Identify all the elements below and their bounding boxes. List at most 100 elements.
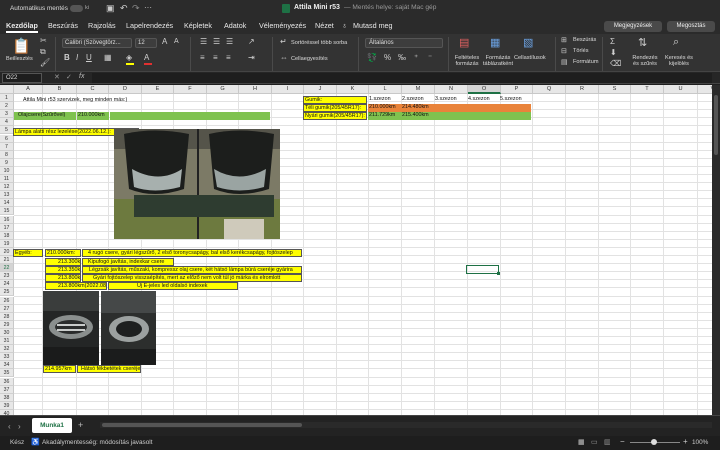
undo-icon[interactable]: ↶	[120, 3, 128, 14]
horizontal-scrollbar[interactable]	[100, 422, 712, 428]
row-header-9[interactable]: 9	[0, 158, 14, 167]
row-header-34[interactable]: 34	[0, 361, 14, 370]
share-button[interactable]: Megosztás	[667, 21, 715, 32]
column-header-d[interactable]: D	[109, 85, 142, 94]
paste-icon[interactable]: 📋	[12, 37, 31, 55]
sort-filter-label[interactable]: Rendezés és szűrés	[630, 55, 660, 67]
column-header-f[interactable]: F	[174, 85, 207, 94]
row-header-35[interactable]: 35	[0, 369, 14, 378]
cell-styles-icon[interactable]: ▧	[523, 36, 533, 49]
indent-icon[interactable]: ⇥	[248, 53, 255, 62]
format-painter-icon[interactable]: 🖌	[40, 58, 50, 67]
align-middle-icon[interactable]: ☰	[213, 37, 220, 46]
cell-n1[interactable]: 2.szezon	[401, 96, 424, 103]
row-header-23[interactable]: 23	[0, 272, 14, 281]
redo-icon[interactable]: ↷	[132, 3, 140, 14]
h-scroll-thumb[interactable]	[102, 423, 302, 427]
decrease-decimal-icon[interactable]: ⁻	[428, 53, 432, 62]
save-icon[interactable]: ▣	[106, 3, 115, 14]
underline-icon[interactable]: U	[86, 53, 92, 62]
row-header-5[interactable]: 5	[0, 126, 14, 135]
cut-icon[interactable]: ✂	[40, 36, 47, 45]
cell-c20[interactable]: 210.000km:	[45, 249, 81, 257]
prev-sheet-icon[interactable]: ‹	[8, 422, 11, 431]
column-header-u[interactable]: U	[664, 85, 698, 94]
bold-icon[interactable]: B	[64, 53, 70, 62]
row-header-17[interactable]: 17	[0, 223, 14, 232]
align-right-icon[interactable]: ≡	[226, 53, 231, 62]
align-left-icon[interactable]: ≡	[200, 53, 205, 62]
paste-label[interactable]: Beillesztés	[6, 56, 33, 62]
tab-beszuras[interactable]: Beszúrás	[48, 21, 78, 30]
conditional-format-icon[interactable]: ▤	[459, 36, 469, 49]
currency-icon[interactable]: 💱	[367, 53, 377, 62]
cell-n2[interactable]: 214.480km	[401, 104, 434, 112]
more-icon[interactable]: ···	[144, 3, 152, 12]
column-header-b[interactable]: B	[43, 85, 77, 94]
zoom-level[interactable]: 100%	[692, 439, 708, 446]
select-all-corner[interactable]	[0, 85, 14, 94]
cancel-icon[interactable]: ✕	[54, 73, 60, 81]
row-header-11[interactable]: 11	[0, 175, 14, 184]
borders-icon[interactable]: ▦	[104, 53, 112, 62]
photo-brake-right[interactable]	[101, 291, 156, 365]
column-header-j[interactable]: J	[304, 85, 337, 94]
merge-icon[interactable]: ⇔	[280, 53, 288, 62]
cell-c24[interactable]: 213.800km(2022.08.22):	[45, 282, 107, 290]
column-header-n[interactable]: N	[435, 85, 468, 94]
fill-icon[interactable]: ⬇	[610, 48, 617, 57]
tab-kezdolap[interactable]: Kezdőlap	[6, 21, 38, 33]
next-sheet-icon[interactable]: ›	[18, 422, 21, 431]
increase-decimal-icon[interactable]: ⁺	[414, 53, 418, 62]
cell-a20[interactable]: Egyéb:	[13, 249, 43, 257]
column-header-o[interactable]: O	[468, 85, 501, 94]
row-header-19[interactable]: 19	[0, 239, 14, 248]
column-header-v[interactable]: V	[698, 85, 712, 94]
cell-m3[interactable]: 211.729km	[368, 112, 401, 120]
row-header-38[interactable]: 38	[0, 393, 14, 402]
column-header-k[interactable]: K	[337, 85, 369, 94]
format-cells-icon[interactable]: ▤	[561, 58, 568, 66]
fill-handle[interactable]	[497, 272, 500, 275]
insert-cells-icon[interactable]: ⊞	[561, 36, 567, 44]
column-header-r[interactable]: R	[566, 85, 599, 94]
column-header-l[interactable]: L	[369, 85, 402, 94]
autosum-icon[interactable]: Σ	[610, 37, 615, 46]
zoom-out-icon[interactable]: −	[620, 437, 625, 446]
merge-label[interactable]: Cellaegyesítés	[291, 56, 328, 62]
row-header-13[interactable]: 13	[0, 191, 14, 200]
row-header-21[interactable]: 21	[0, 256, 14, 265]
italic-icon[interactable]: I	[76, 53, 78, 62]
column-header-i[interactable]: I	[272, 85, 304, 94]
name-box[interactable]: O22	[2, 73, 42, 83]
confirm-icon[interactable]: ✓	[66, 73, 72, 81]
cell-k2[interactable]: Téli gumik(205/45R17):	[303, 104, 367, 112]
column-header-p[interactable]: P	[501, 85, 533, 94]
percent-icon[interactable]: %	[384, 53, 391, 62]
tell-me-input[interactable]: Mutasd meg	[353, 21, 393, 30]
delete-cells-icon[interactable]: ⊟	[561, 47, 567, 55]
tab-lapelrendezes[interactable]: Lapelrendezés	[126, 21, 173, 30]
column-header-m[interactable]: M	[402, 85, 435, 94]
cell-b1[interactable]: Attila Mini r53 szervizek, meg minden má…	[22, 97, 127, 104]
spreadsheet-grid[interactable]: ABCDEFGHIJKLMNOPQRSTUV 12345678910111213…	[0, 85, 712, 415]
row-header-33[interactable]: 33	[0, 353, 14, 362]
grow-font-icon[interactable]: A	[162, 37, 167, 46]
row-header-27[interactable]: 27	[0, 304, 14, 313]
sort-filter-icon[interactable]: ⇅	[638, 36, 647, 49]
cell-c23[interactable]: 213.800km:	[45, 274, 81, 282]
cell-d23[interactable]: Gyári fojtószelep visszaépítés, mert az …	[82, 274, 302, 282]
shrink-font-icon[interactable]: A	[174, 38, 179, 45]
formula-input[interactable]	[92, 73, 712, 83]
normal-view-icon[interactable]: ▦	[578, 438, 585, 446]
cell-c21[interactable]: 213.300km:	[45, 258, 81, 266]
copy-icon[interactable]: ⧉	[40, 47, 46, 57]
wrap-text-label[interactable]: Sortöréssel több sorba	[291, 40, 347, 46]
row-header-29[interactable]: 29	[0, 320, 14, 329]
comments-button[interactable]: Megjegyzések	[604, 21, 662, 32]
tab-kepletek[interactable]: Képletek	[184, 21, 212, 30]
cell-m1[interactable]: 1.szezon	[368, 96, 391, 103]
clear-icon[interactable]: ⌫	[610, 59, 621, 68]
font-color-icon[interactable]: A	[144, 53, 149, 62]
align-top-icon[interactable]: ☰	[200, 37, 207, 46]
